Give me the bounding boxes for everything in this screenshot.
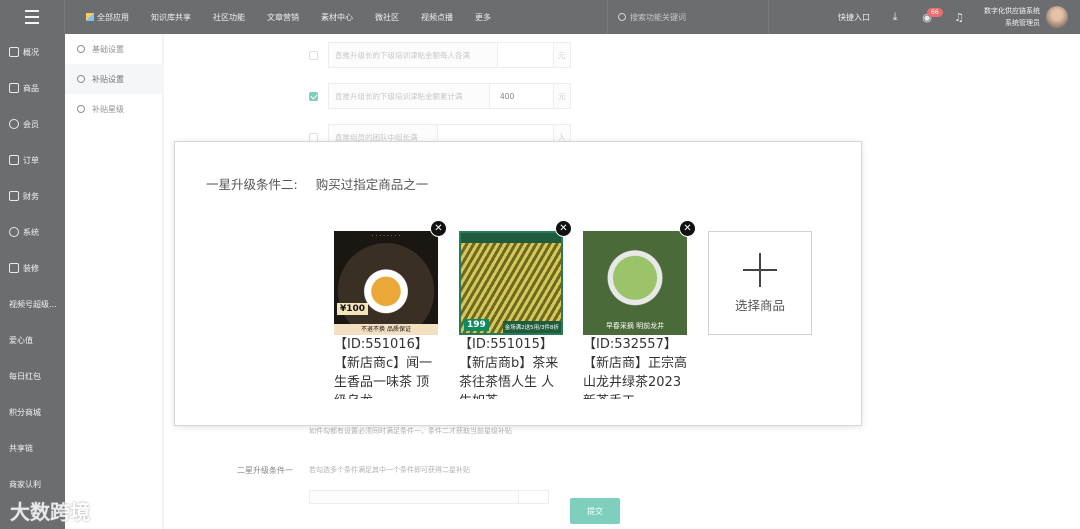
product-title: 【ID:551016】【新店商c】闻一生香品一味茶 顶级乌龙 [334, 337, 433, 399]
green-banner-decoration [461, 233, 561, 243]
close-icon[interactable]: ✕ [430, 220, 447, 237]
watermark-logo: 大数跨境 [10, 500, 90, 524]
product-title: 【ID:551015】【新店商b】茶来茶往茶悟人生 人生如茶 [459, 337, 559, 399]
product-image: · · · · · · · · ¥100 不退不换 品质保证 [334, 231, 438, 335]
product-card: ✕ 199 金场满2送5用/3件8折 【ID:551015】【新店商b】茶来茶往… [459, 220, 572, 399]
condition-value: 购买过指定商品之一 [315, 177, 429, 192]
product-banner: 不退不换 品质保证 [334, 324, 438, 335]
product-card: ✕ 早春采摘 明前龙井 【ID:532557】【新店商】正宗高山龙井绿茶2023… [583, 220, 696, 399]
product-banner: 早春采摘 明前龙井 [605, 322, 665, 330]
price-badge: 199 [464, 319, 489, 331]
product-image: 早春采摘 明前龙井 [583, 231, 687, 335]
product-image: 199 金场满2送5用/3件8折 [459, 231, 563, 335]
product-card: ✕ · · · · · · · · ¥100 不退不换 品质保证 【ID:551… [334, 220, 447, 399]
product-title: 【ID:532557】【新店商】正宗高山龙井绿茶2023新茶手工 [583, 337, 687, 399]
condition-label: 一星升级条件二: [206, 177, 298, 192]
product-condition-modal: 一星升级条件二: 购买过指定商品之一 ✕ · · · · · · · · ¥100… [174, 141, 862, 426]
tea-banner-decoration: · · · · · · · · [371, 233, 401, 240]
close-icon[interactable]: ✕ [555, 220, 572, 237]
plus-icon [743, 252, 777, 287]
add-product-label: 选择商品 [734, 297, 785, 313]
product-banner: 金场满2送5用/3件8折 [502, 321, 561, 333]
add-product-button[interactable]: 选择商品 [708, 231, 812, 335]
modal-title: 一星升级条件二: 购买过指定商品之一 [206, 174, 428, 193]
price-badge: ¥100 [337, 303, 369, 315]
close-icon[interactable]: ✕ [679, 220, 696, 237]
